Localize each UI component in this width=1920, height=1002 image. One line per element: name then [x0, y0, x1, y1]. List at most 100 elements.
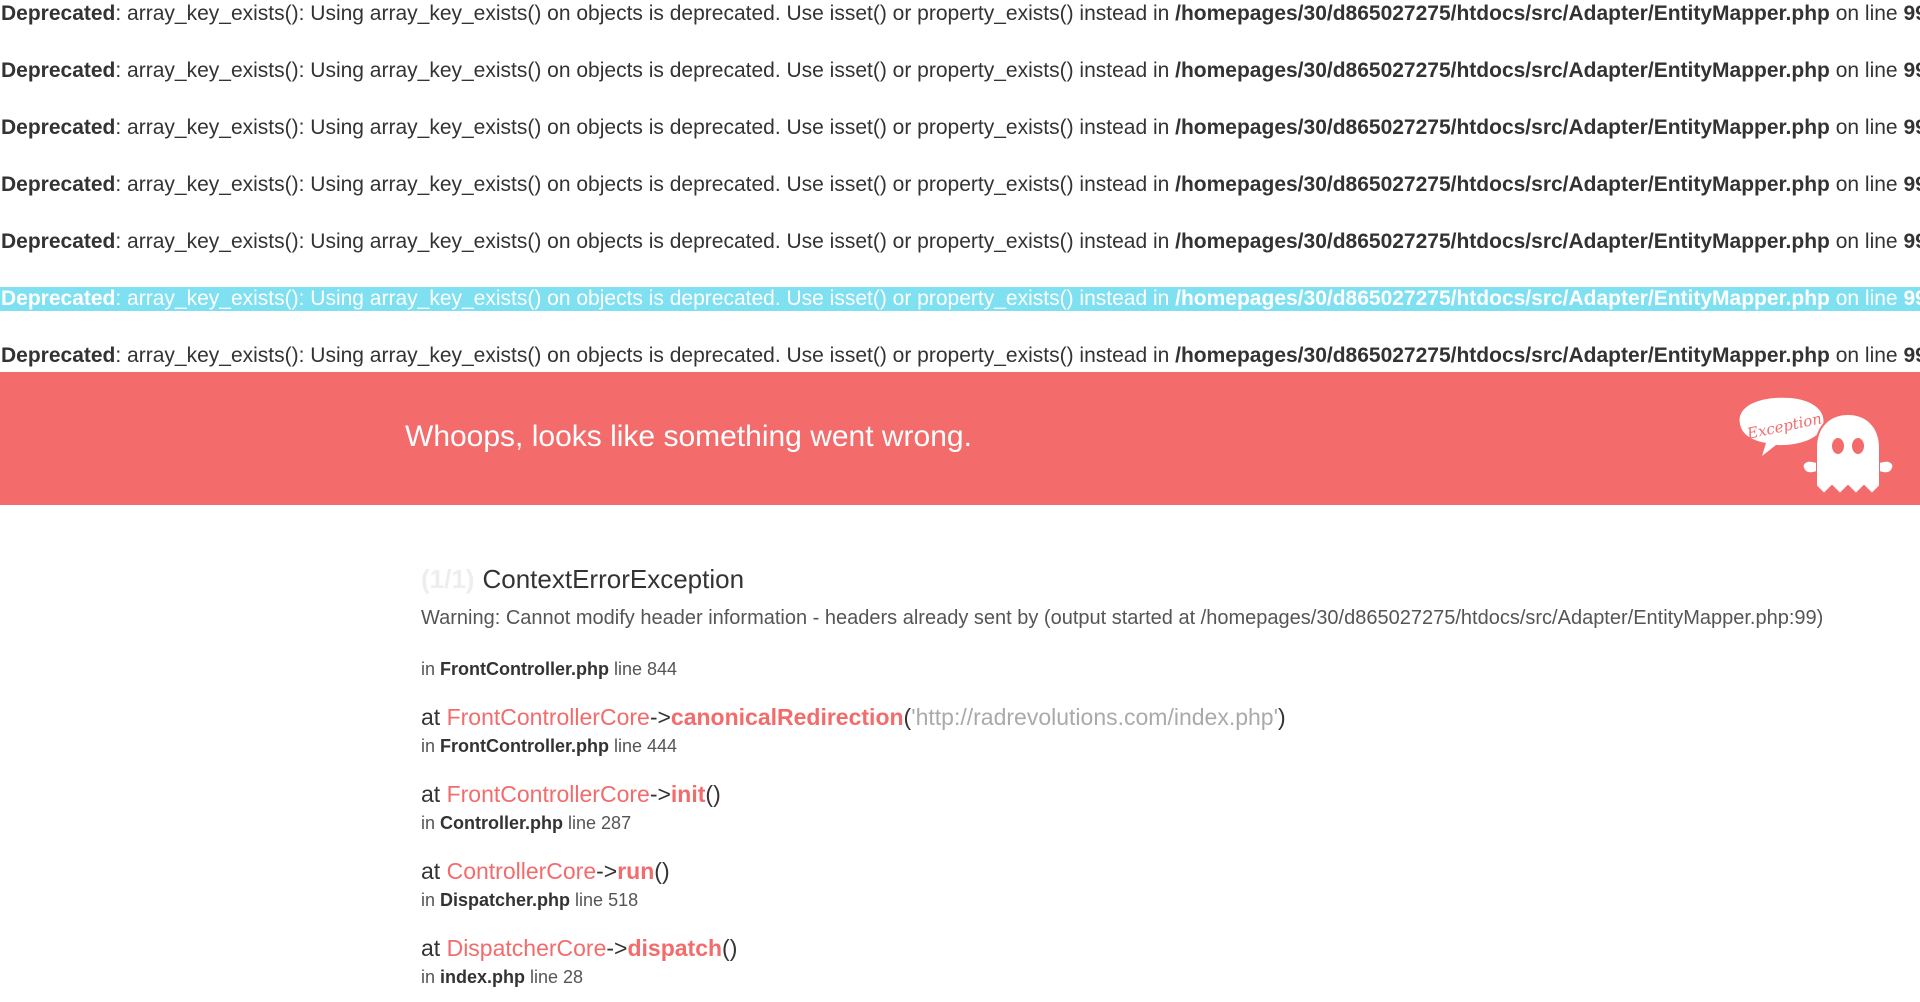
- notice-type: Deprecated: [1, 116, 116, 139]
- location-file: Dispatcher.php: [440, 890, 571, 910]
- trace-close-paren: ): [729, 935, 738, 961]
- notice-type: Deprecated: [1, 2, 116, 25]
- deprecation-notice: Deprecated: array_key_exists(): Using ar…: [0, 59, 1920, 83]
- notice-line: 99: [1903, 59, 1920, 82]
- trace-frame-call: at FrontControllerCore->canonicalRedirec…: [421, 703, 1286, 731]
- notice-on-line: on line: [1829, 287, 1904, 310]
- notice-message: : array_key_exists(): Using array_key_ex…: [115, 287, 1176, 310]
- trace-method: init: [670, 781, 706, 807]
- location-file: FrontController.php: [440, 659, 609, 679]
- location-line: 287: [601, 813, 632, 833]
- notice-file: /homepages/30/d865027275/htdocs/src/Adap…: [1175, 344, 1830, 367]
- trace-at: at: [421, 858, 447, 884]
- trace-at: at: [421, 935, 447, 961]
- notice-file: /homepages/30/d865027275/htdocs/src/Adap…: [1175, 230, 1830, 253]
- location-line-label: line: [525, 967, 564, 987]
- location-in: in: [421, 659, 441, 679]
- trace-at: at: [421, 781, 447, 807]
- trace-open-paren: (: [654, 858, 662, 884]
- notice-on-line: on line: [1829, 59, 1904, 82]
- trace-frame-location: in Controller.php line 287: [421, 812, 631, 834]
- location-line: 844: [647, 659, 678, 679]
- trace-close-paren: ): [1277, 704, 1286, 730]
- notice-message: : array_key_exists(): Using array_key_ex…: [115, 230, 1176, 253]
- notice-line: 99: [1903, 287, 1920, 310]
- exception-location: in FrontController.php line 844: [421, 658, 677, 680]
- notice-file: /homepages/30/d865027275/htdocs/src/Adap…: [1175, 2, 1830, 25]
- trace-frame-location: in index.php line 28: [421, 966, 583, 988]
- deprecation-notice: Deprecated: array_key_exists(): Using ar…: [0, 173, 1920, 197]
- trace-arrow: ->: [649, 704, 671, 730]
- notice-type: Deprecated: [1, 173, 116, 196]
- exception-name: ContextErrorException: [482, 564, 745, 594]
- location-in: in: [421, 967, 441, 987]
- location-line-label: line: [570, 890, 609, 910]
- notice-on-line: on line: [1829, 173, 1904, 196]
- trace-method: run: [617, 858, 655, 884]
- notice-on-line: on line: [1829, 344, 1904, 367]
- notice-on-line: on line: [1829, 116, 1904, 139]
- notice-line: 99: [1903, 116, 1920, 139]
- trace-frame-call: at FrontControllerCore->init(): [421, 780, 721, 808]
- trace-frame-location: in Dispatcher.php line 518: [421, 889, 638, 911]
- location-line-label: line: [563, 813, 602, 833]
- trace-class: FrontControllerCore: [446, 704, 650, 730]
- notice-message: : array_key_exists(): Using array_key_ex…: [115, 344, 1176, 367]
- location-line: 444: [647, 736, 678, 756]
- deprecation-notice-selected: Deprecated: array_key_exists(): Using ar…: [0, 287, 1920, 311]
- exception-message: Warning: Cannot modify header informatio…: [421, 607, 1824, 629]
- trace-class: ControllerCore: [446, 858, 597, 884]
- notice-type: Deprecated: [1, 59, 116, 82]
- trace-arrow: ->: [596, 858, 618, 884]
- banner-title: Whoops, looks like something went wrong.: [405, 420, 972, 453]
- notice-message: : array_key_exists(): Using array_key_ex…: [115, 2, 1176, 25]
- deprecation-notice: Deprecated: array_key_exists(): Using ar…: [0, 2, 1920, 26]
- trace-arrow: ->: [606, 935, 628, 961]
- location-in: in: [421, 890, 441, 910]
- trace-at: at: [421, 704, 447, 730]
- notice-type: Deprecated: [1, 344, 116, 367]
- trace-close-paren: ): [713, 781, 721, 807]
- notice-on-line: on line: [1829, 2, 1904, 25]
- location-line-label: line: [609, 659, 648, 679]
- notice-file: /homepages/30/d865027275/htdocs/src/Adap…: [1175, 173, 1830, 196]
- ghost-mascot-icon: Exception!: [1739, 397, 1895, 496]
- deprecation-notice: Deprecated: array_key_exists(): Using ar…: [0, 230, 1920, 254]
- notice-line: 99: [1903, 230, 1920, 253]
- notice-message: : array_key_exists(): Using array_key_ex…: [115, 59, 1176, 82]
- trace-args: 'http://radrevolutions.com/index.php': [911, 704, 1278, 730]
- notice-line: 99: [1903, 2, 1920, 25]
- location-in: in: [421, 813, 441, 833]
- notice-file: /homepages/30/d865027275/htdocs/src/Adap…: [1175, 287, 1830, 310]
- notice-line: 99: [1903, 173, 1920, 196]
- notice-file: /homepages/30/d865027275/htdocs/src/Adap…: [1175, 59, 1830, 82]
- notice-message: : array_key_exists(): Using array_key_ex…: [115, 116, 1176, 139]
- location-line: 518: [608, 890, 639, 910]
- location-line: 28: [563, 967, 584, 987]
- trace-arrow: ->: [649, 781, 671, 807]
- trace-method: canonicalRedirection: [670, 704, 904, 730]
- trace-frame-location: in FrontController.php line 444: [421, 735, 677, 757]
- location-line-label: line: [609, 736, 648, 756]
- trace-method: dispatch: [627, 935, 723, 961]
- notice-file: /homepages/30/d865027275/htdocs/src/Adap…: [1175, 116, 1830, 139]
- notice-line: 99: [1903, 344, 1920, 367]
- deprecation-notice: Deprecated: array_key_exists(): Using ar…: [0, 116, 1920, 140]
- notice-type: Deprecated: [1, 287, 116, 310]
- location-file: index.php: [440, 967, 526, 987]
- location-file: FrontController.php: [440, 736, 609, 756]
- exception-header: (1/1) ContextErrorException: [421, 564, 744, 594]
- notice-message: : array_key_exists(): Using array_key_ex…: [115, 173, 1176, 196]
- trace-frame-call: at ControllerCore->run(): [421, 857, 670, 885]
- trace-close-paren: ): [661, 858, 670, 884]
- trace-open-paren: (: [722, 935, 730, 961]
- deprecation-notice: Deprecated: array_key_exists(): Using ar…: [0, 344, 1920, 368]
- trace-frame-call: at DispatcherCore->dispatch(): [421, 934, 737, 962]
- exception-count: (1/1): [421, 564, 475, 594]
- location-in: in: [421, 736, 441, 756]
- trace-open-paren: (: [705, 781, 714, 807]
- location-file: Controller.php: [440, 813, 564, 833]
- trace-class: DispatcherCore: [446, 935, 607, 961]
- error-banner: Whoops, looks like something went wrong.…: [0, 372, 1920, 505]
- trace-class: FrontControllerCore: [446, 781, 650, 807]
